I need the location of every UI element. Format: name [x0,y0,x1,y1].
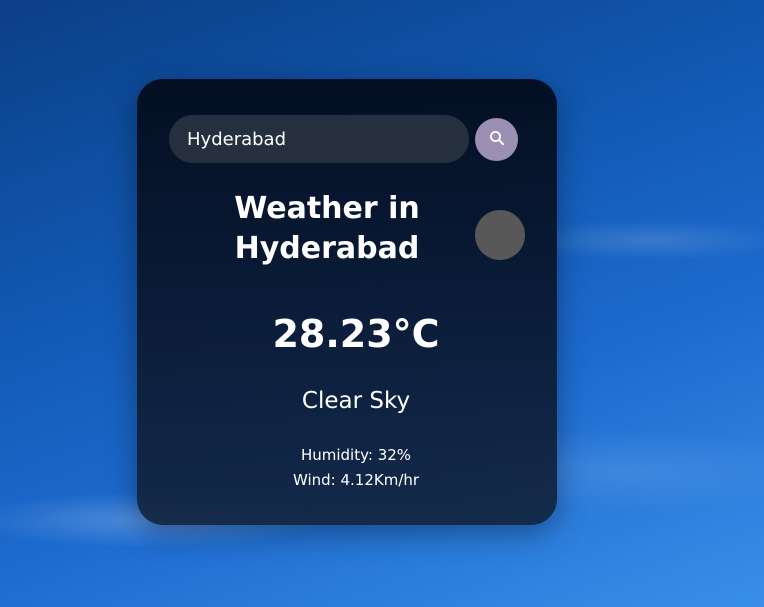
wind-text: Wind: 4.12Km/hr [292,471,420,489]
weather-card: Weather in Hyderabad 28.23°C Clear Sky H… [137,79,557,525]
search-button[interactable] [475,118,518,161]
title-line-1: Weather in [234,191,420,226]
search-input[interactable] [169,115,469,163]
wind: Wind: 4.12Km/hr [137,469,557,491]
temperature-value: 28.23°C [272,312,440,356]
search-bar [169,115,519,163]
weather-icon [475,210,525,260]
search-icon [489,130,505,150]
humidity: Humidity: 32% [137,444,557,466]
weather-description: Clear Sky [137,386,557,416]
page-title: Weather in Hyderabad [177,189,477,269]
humidity-text: Humidity: 32% [300,446,412,464]
title-line-2: Hyderabad [234,231,420,266]
temperature: 28.23°C [137,309,557,359]
description-text: Clear Sky [301,388,411,414]
